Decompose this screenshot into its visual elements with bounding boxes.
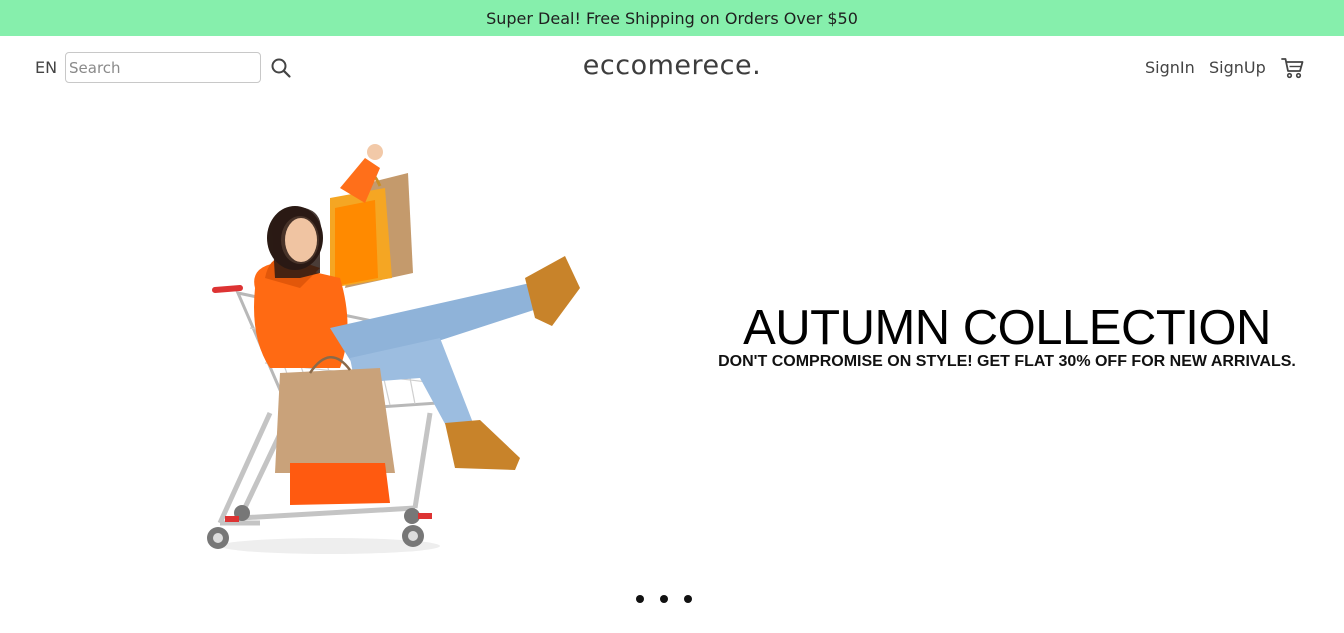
carousel-indicators — [636, 595, 706, 605]
announcement-text: Super Deal! Free Shipping on Orders Over… — [486, 8, 858, 28]
announcement-bar: Super Deal! Free Shipping on Orders Over… — [0, 0, 1344, 36]
carousel-dot[interactable] — [684, 595, 692, 603]
signup-link[interactable]: SignUp — [1209, 58, 1266, 77]
language-selector[interactable]: EN — [35, 58, 57, 77]
signin-link[interactable]: SignIn — [1145, 58, 1195, 77]
cart-icon[interactable] — [1281, 57, 1304, 79]
hero-title: AUTUMN COLLECTION — [743, 301, 1271, 355]
search-input[interactable] — [65, 52, 261, 83]
hero-image — [207, 144, 580, 554]
carousel-dot[interactable] — [660, 595, 668, 603]
logo-text[interactable]: eccomerece. — [583, 50, 761, 81]
site-header: EN eccomerece. SignIn SignUp — [0, 36, 1344, 100]
search-icon[interactable] — [270, 57, 292, 79]
carousel-dot[interactable] — [636, 595, 644, 603]
hero-subtitle: DON'T COMPROMISE ON STYLE! GET FLAT 30% … — [718, 353, 1296, 370]
